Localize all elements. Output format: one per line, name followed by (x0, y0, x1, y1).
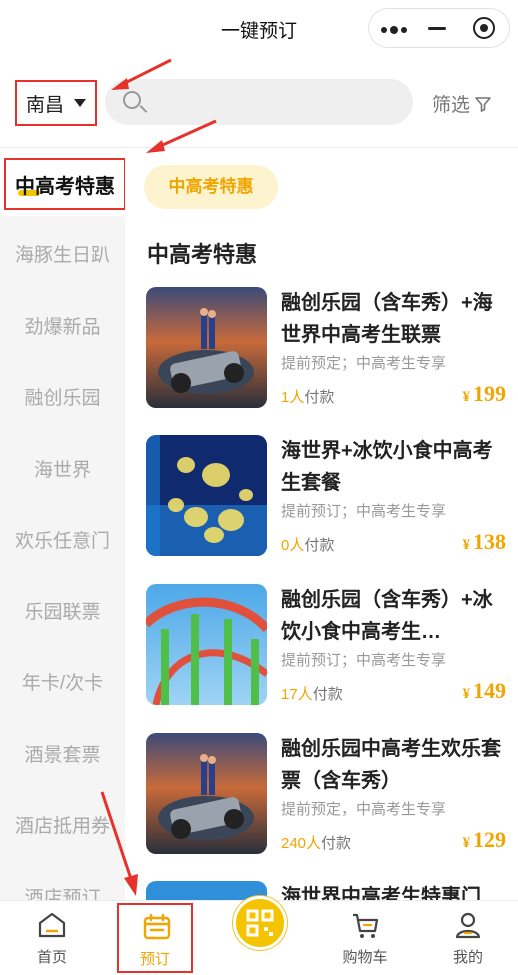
sidebar-item[interactable]: 酒店抵用券 (0, 811, 125, 838)
search-input[interactable] (155, 79, 405, 125)
qr-scan-button[interactable] (233, 896, 287, 950)
sidebar-item[interactable]: 年卡/次卡 (0, 668, 125, 695)
tab-label: 首页 (36, 949, 67, 966)
price-value: 199 (473, 381, 506, 406)
card-title: 融创乐园（含车秀）+海世界中高考生联票 (281, 292, 493, 346)
user-icon (455, 912, 481, 939)
sidebar-item[interactable]: 酒店预订 (0, 883, 125, 900)
caret-down-icon (74, 99, 86, 107)
card-price: ¥138 (463, 529, 507, 555)
buyer-count: 240人 (281, 835, 322, 852)
card-price: ¥149 (463, 678, 507, 704)
car-show-photo (146, 287, 267, 408)
section-title: 中高考特惠 (147, 242, 258, 267)
sidebar-item-active[interactable]: 中高考特惠 (4, 158, 125, 210)
card-desc: 提前预订；中高考生专享 (281, 503, 447, 520)
minimize-icon[interactable] (428, 27, 446, 30)
search-icon (123, 91, 141, 109)
tab-booking[interactable]: 预订 (117, 903, 193, 973)
qr-scan-icon (246, 909, 274, 937)
currency-symbol: ¥ (462, 686, 471, 702)
home-icon (38, 912, 66, 938)
cart-icon (353, 913, 379, 938)
sidebar-item[interactable]: 海世界 (0, 455, 125, 482)
sidebar-item[interactable]: 海豚生日趴 (0, 240, 125, 267)
card-desc: 提前预定，中高考生专享 (281, 801, 447, 818)
tab-label: 我的 (452, 949, 483, 966)
currency-symbol: ¥ (462, 835, 471, 851)
card-desc: 提前预定；中高考生专享 (281, 355, 447, 372)
card-buyers: 0人付款 (281, 534, 334, 555)
card-title: 融创乐园中高考生欢乐套票（含车秀） (281, 738, 501, 792)
buyer-count: 17人 (281, 686, 313, 703)
card-buyers: 240人付款 (281, 832, 351, 853)
jellyfish-photo (146, 435, 267, 556)
product-card[interactable]: 融创乐园（含车秀）+冰饮小食中高考生… 提前预订；中高考生专享 17人付款 ¥1… (146, 584, 506, 706)
tab-mine[interactable]: 我的 (428, 901, 508, 975)
close-target-icon[interactable] (473, 17, 495, 39)
tab-label: 预订 (139, 951, 170, 968)
currency-symbol: ¥ (462, 537, 471, 553)
sidebar-item[interactable]: 欢乐任意门 (0, 526, 125, 553)
card-title: 融创乐园（含车秀）+冰饮小食中高考生… (281, 589, 493, 643)
card-price: ¥199 (463, 381, 507, 407)
rollercoaster-photo (146, 584, 267, 705)
card-buyers: 1人付款 (281, 386, 334, 407)
category-tag[interactable]: 中高考特惠 (144, 165, 278, 209)
search-row: 南昌 筛选 (0, 70, 518, 132)
tab-label: 购物车 (342, 949, 388, 966)
card-title: 海世界+冰饮小食中高考生套餐 (281, 440, 493, 494)
mini-program-capsule (368, 8, 510, 48)
buyer-suffix: 付款 (321, 835, 352, 852)
sidebar-item[interactable]: 乐园联票 (0, 597, 125, 624)
more-icon[interactable] (381, 26, 407, 34)
currency-symbol: ¥ (462, 389, 471, 405)
sidebar-item-label: 中高考特惠 (15, 176, 115, 198)
buyer-count: 1人 (281, 389, 305, 406)
card-buyers: 17人付款 (281, 683, 343, 704)
buyer-suffix: 付款 (312, 686, 343, 703)
category-sidebar: 中高考特惠 海豚生日趴 劲爆新品 融创乐园 海世界 欢乐任意门 乐园联票 年卡/… (0, 148, 125, 900)
sidebar-item[interactable]: 酒景套票 (0, 740, 125, 767)
price-value: 129 (473, 827, 506, 852)
filter-button[interactable]: 筛选 (432, 90, 492, 117)
buyer-count: 0人 (281, 537, 305, 554)
tab-cart[interactable]: 购物车 (325, 901, 405, 975)
buyer-suffix: 付款 (304, 389, 335, 406)
sidebar-item[interactable]: 劲爆新品 (0, 312, 125, 339)
price-value: 138 (473, 529, 506, 554)
product-card[interactable]: 融创乐园（含车秀）+海世界中高考生联票 提前预定；中高考生专享 1人付款 ¥19… (146, 287, 506, 409)
title-bar: 一键预订 (0, 0, 518, 56)
price-value: 149 (473, 678, 506, 703)
calendar-icon (143, 913, 171, 940)
filter-funnel-icon (475, 96, 491, 112)
city-name: 南昌 (25, 94, 64, 116)
product-card[interactable]: 融创乐园中高考生欢乐套票（含车秀） 提前预定，中高考生专享 240人付款 ¥12… (146, 733, 506, 855)
card-price: ¥129 (463, 827, 507, 853)
tab-home[interactable]: 首页 (12, 901, 92, 975)
filter-label: 筛选 (432, 95, 471, 116)
sidebar-item[interactable]: 融创乐园 (0, 383, 125, 410)
city-selector[interactable]: 南昌 (15, 80, 97, 126)
card-desc: 提前预订；中高考生专享 (281, 652, 447, 669)
buyer-suffix: 付款 (304, 537, 335, 554)
search-box[interactable] (105, 79, 413, 125)
product-card[interactable]: 海世界+冰饮小食中高考生套餐 提前预订；中高考生专享 0人付款 ¥138 (146, 435, 506, 557)
car-show-photo (146, 733, 267, 854)
